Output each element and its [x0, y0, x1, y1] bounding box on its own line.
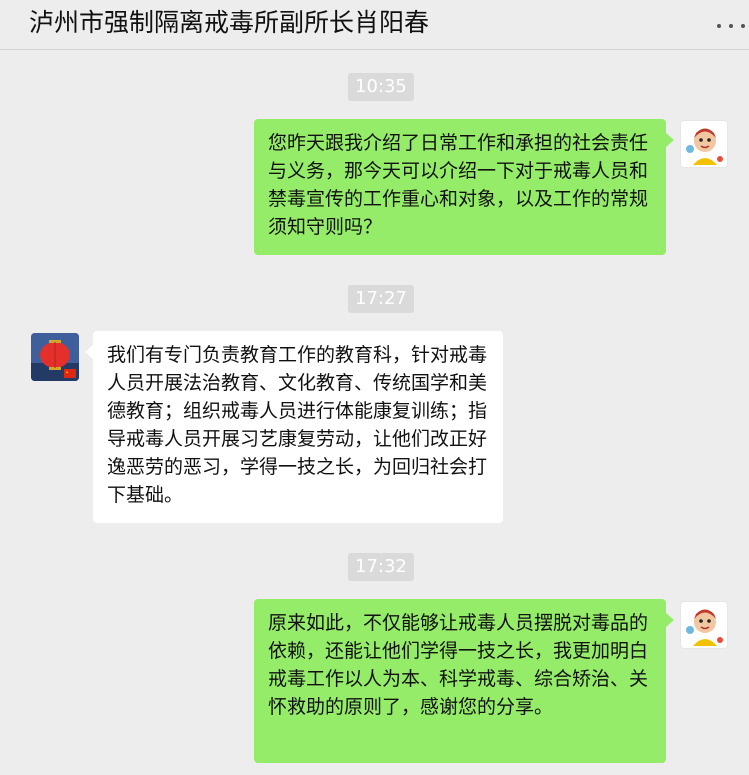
- message-bubble-self[interactable]: 原来如此，不仅能够让戒毒人员摆脱对毒品的依赖，还能让他们学得一技之长，我更加明白…: [254, 599, 674, 763]
- lantern-avatar-icon: [31, 333, 79, 381]
- more-dot: [717, 24, 721, 28]
- timestamp: 10:35: [348, 73, 414, 101]
- cartoon-avatar-icon: [686, 609, 723, 646]
- self-avatar[interactable]: [680, 120, 728, 168]
- self-avatar[interactable]: [680, 601, 728, 649]
- more-dot: [729, 24, 733, 28]
- cartoon-avatar-icon: [686, 128, 723, 165]
- more-dot: [741, 24, 745, 28]
- timestamp: 17:32: [348, 553, 414, 581]
- message-bubble-self[interactable]: 您昨天跟我介绍了日常工作和承担的社会责任与义务，那今天可以介绍一下对于戒毒人员和…: [254, 119, 674, 255]
- more-options-button[interactable]: [713, 16, 749, 36]
- timestamp: 17:27: [348, 285, 414, 313]
- contact-avatar[interactable]: [31, 333, 79, 381]
- chat-window: 泸州市强制隔离戒毒所副所长肖阳春 10:35 您昨天跟我介绍了日常工作和承担的社…: [0, 0, 749, 775]
- chat-title: 泸州市强制隔离戒毒所副所长肖阳春: [29, 8, 430, 37]
- message-bubble-contact[interactable]: 我们有专门负责教育工作的教育科，针对戒毒人员开展法治教育、文化教育、传统国学和美…: [85, 331, 503, 523]
- chat-header: 泸州市强制隔离戒毒所副所长肖阳春: [0, 0, 749, 50]
